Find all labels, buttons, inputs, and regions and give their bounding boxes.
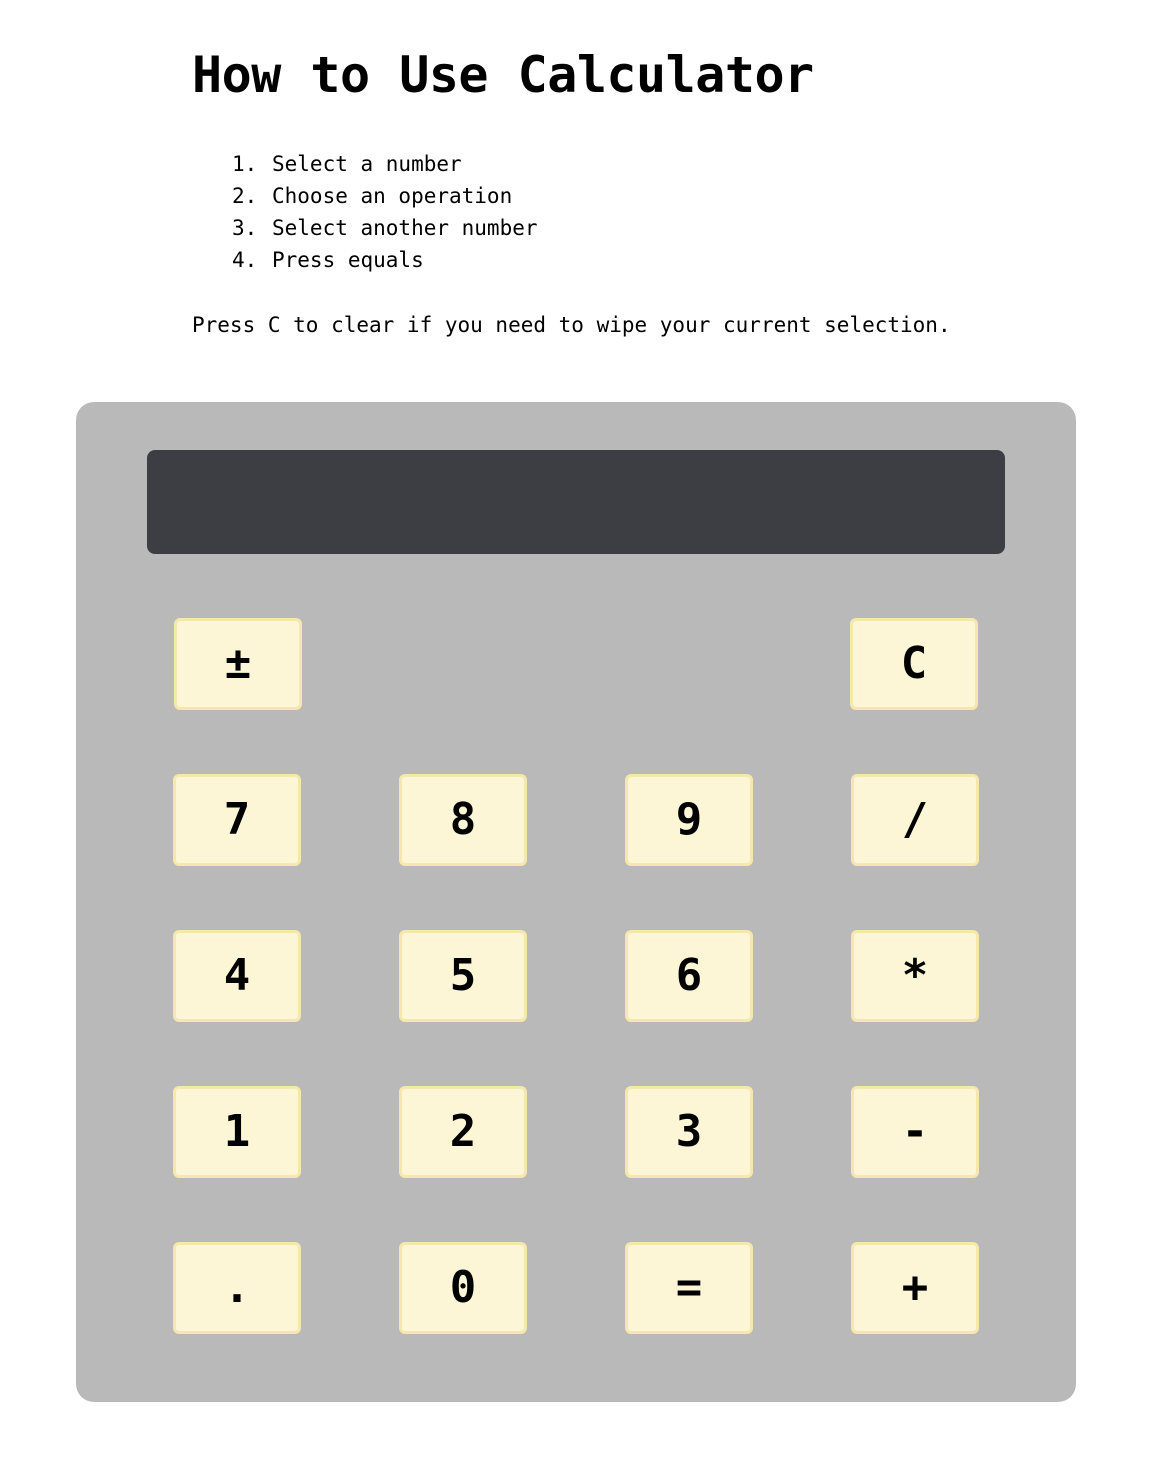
multiply-button[interactable]: * — [851, 930, 979, 1022]
divide-button[interactable]: / — [851, 774, 979, 866]
step-text: Choose an operation — [272, 184, 513, 208]
calculator-display — [147, 450, 1005, 554]
plus-minus-button[interactable]: ± — [174, 618, 302, 710]
step-text: Select a number — [272, 152, 462, 176]
instruction-step: 2. Choose an operation — [232, 180, 538, 212]
instruction-step: 1. Select a number — [232, 148, 538, 180]
step-text: Select another number — [272, 216, 538, 240]
digit-1-button[interactable]: 1 — [173, 1086, 301, 1178]
step-text: Press equals — [272, 248, 424, 272]
decimal-button[interactable]: . — [173, 1242, 301, 1334]
add-button[interactable]: + — [851, 1242, 979, 1334]
calculator: ± C 7 8 9 / 4 5 6 * 1 2 3 - . 0 = + — [76, 402, 1076, 1402]
instructions-list: 1. Select a number 2. Choose an operation … — [232, 148, 538, 276]
step-number: 3. — [232, 216, 258, 240]
page-title: How to Use Calculator — [192, 46, 814, 104]
digit-8-button[interactable]: 8 — [399, 774, 527, 866]
subtract-button[interactable]: - — [851, 1086, 979, 1178]
digit-4-button[interactable]: 4 — [173, 930, 301, 1022]
digit-9-button[interactable]: 9 — [625, 774, 753, 866]
digit-7-button[interactable]: 7 — [173, 774, 301, 866]
clear-note: Press C to clear if you need to wipe you… — [192, 313, 951, 337]
digit-2-button[interactable]: 2 — [399, 1086, 527, 1178]
instruction-step: 3. Select another number — [232, 212, 538, 244]
digit-6-button[interactable]: 6 — [625, 930, 753, 1022]
instruction-step: 4. Press equals — [232, 244, 538, 276]
digit-3-button[interactable]: 3 — [625, 1086, 753, 1178]
step-number: 1. — [232, 152, 258, 176]
digit-0-button[interactable]: 0 — [399, 1242, 527, 1334]
equals-button[interactable]: = — [625, 1242, 753, 1334]
step-number: 4. — [232, 248, 258, 272]
clear-button[interactable]: C — [850, 618, 978, 710]
digit-5-button[interactable]: 5 — [399, 930, 527, 1022]
step-number: 2. — [232, 184, 258, 208]
